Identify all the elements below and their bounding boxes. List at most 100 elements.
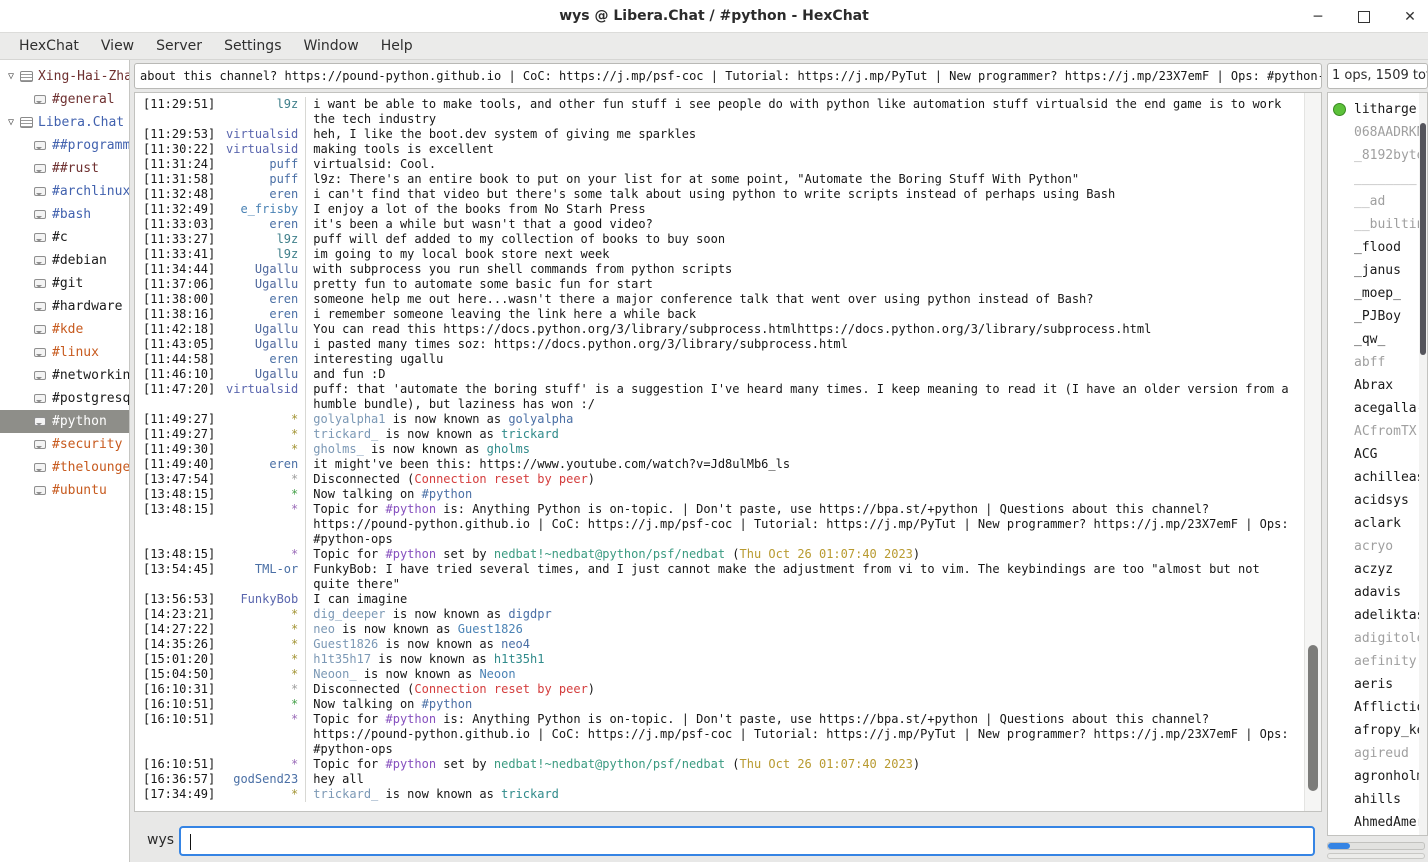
tree-channel-python[interactable]: #python	[0, 410, 129, 433]
tree-item-label: #c	[52, 230, 68, 245]
menu-item-help[interactable]: Help	[370, 35, 424, 57]
user-list-item-agireud[interactable]: agireud	[1328, 742, 1427, 765]
user-list-item-adigitole[interactable]: adigitole	[1328, 627, 1427, 650]
chat-line: [11:31:58]puffl9z: There's an entire boo…	[135, 172, 1321, 187]
tree-channel-programming[interactable]: ##programming	[0, 134, 129, 157]
user-list: litharge068AADRKN_8192byte ________ __ad __…	[1328, 98, 1427, 834]
user-list-item-aclark[interactable]: aclark	[1328, 512, 1427, 535]
chat-line: [11:33:03]erenit's been a while but wasn…	[135, 217, 1321, 232]
message-segment: #python	[386, 502, 437, 516]
menu-item-settings[interactable]: Settings	[213, 35, 292, 57]
chat-line: [16:10:51]*Topic for #python is: Anythin…	[135, 712, 1321, 757]
tree-channel-bash[interactable]: #bash	[0, 203, 129, 226]
tree-channel-kde[interactable]: #kde	[0, 318, 129, 341]
tree-channel-security[interactable]: #security	[0, 433, 129, 456]
tree-channel-ubuntu[interactable]: #ubuntu	[0, 479, 129, 502]
menu-item-window[interactable]: Window	[292, 35, 369, 57]
topic-input[interactable]: about this channel? https://pound-python…	[134, 63, 1322, 89]
user-list-item-janus[interactable]: _janus	[1328, 259, 1427, 282]
message-segment: )	[588, 472, 595, 486]
user-list-item-achilleas[interactable]: achilleas	[1328, 466, 1427, 489]
nick: Ugallu	[215, 277, 305, 292]
tree-channel-networking[interactable]: #networking	[0, 364, 129, 387]
menu-item-view[interactable]: View	[90, 35, 145, 57]
user-list-item-ahmedamer[interactable]: AhmedAmer	[1328, 811, 1427, 834]
user-list-item-builtin[interactable]: __builtin	[1328, 213, 1427, 236]
message-input[interactable]	[179, 826, 1315, 856]
user-name: __builtin	[1354, 217, 1424, 232]
chat-line: [16:10:51]*Topic for #python set by nedb…	[135, 757, 1321, 772]
tree-channel-general[interactable]: #general	[0, 88, 129, 111]
user-list-item-ad[interactable]: __ad	[1328, 190, 1427, 213]
chat-link[interactable]: You can read this https://docs.python.or…	[313, 322, 1151, 336]
user-list-item-[interactable]: ________	[1328, 167, 1427, 190]
chat-scrollbar-thumb[interactable]	[1308, 645, 1318, 791]
message-segment: Now talking on	[313, 697, 421, 711]
maximize-icon[interactable]	[1356, 9, 1372, 25]
user-list-item-qw[interactable]: _qw_	[1328, 328, 1427, 351]
user-list-item-acfromtx[interactable]: ACfromTX	[1328, 420, 1427, 443]
user-name: _PJBoy	[1354, 309, 1401, 324]
throttle-meter	[1327, 853, 1425, 859]
user-list-item-acegalla[interactable]: acegalla-	[1328, 397, 1427, 420]
tree-channel-rust[interactable]: ##rust	[0, 157, 129, 180]
channel-icon	[34, 394, 46, 403]
timestamp: [13:56:53]	[135, 592, 215, 607]
chat-link[interactable]: is: Anything Python is on-topic. | Don't…	[313, 502, 1288, 546]
tree-channel-linux[interactable]: #linux	[0, 341, 129, 364]
message-segment: )	[913, 757, 920, 771]
tree-server-xing-hai-zhan[interactable]: ▽Xing-Hai-Zhan	[0, 65, 129, 88]
lag-meter-fill	[1328, 843, 1350, 849]
user-list-item-aefinity[interactable]: aefinity	[1328, 650, 1427, 673]
nick: *	[215, 712, 305, 757]
user-name: ________	[1354, 171, 1417, 186]
chat-line: [13:56:53]FunkyBobI can imagine	[135, 592, 1321, 607]
user-list-item-ahills[interactable]: ahills	[1328, 788, 1427, 811]
menu-item-server[interactable]: Server	[145, 35, 213, 57]
user-list-item-litharge[interactable]: litharge	[1328, 98, 1427, 121]
tree-channel-postgresql[interactable]: #postgresql	[0, 387, 129, 410]
message-segment: digdpr	[508, 607, 551, 621]
tree-channel-thelounge[interactable]: #thelounge	[0, 456, 129, 479]
user-list-item-068aadrkn[interactable]: 068AADRKN	[1328, 121, 1427, 144]
tree-server-libera-chat[interactable]: ▽Libera.Chat	[0, 111, 129, 134]
user-list-item-agronholm[interactable]: agronholm	[1328, 765, 1427, 788]
user-list-item-afflictio[interactable]: Afflictio	[1328, 696, 1427, 719]
minimize-icon[interactable]: ─	[1310, 9, 1326, 25]
tree-channel-hardware[interactable]: #hardware	[0, 295, 129, 318]
close-icon[interactable]: ✕	[1402, 9, 1418, 25]
tree-channel-c[interactable]: #c	[0, 226, 129, 249]
chat-line: [13:47:54]*Disconnected (Connection rese…	[135, 472, 1321, 487]
user-list-item-abff[interactable]: abff	[1328, 351, 1427, 374]
nick: *	[215, 412, 305, 427]
timestamp: [13:48:15]	[135, 487, 215, 502]
menu-item-hexchat[interactable]: HexChat	[8, 35, 90, 57]
user-list-item-afropy-ke[interactable]: afropy_ke	[1328, 719, 1427, 742]
user-list-item-moep[interactable]: _moep_	[1328, 282, 1427, 305]
tree-channel-archlinux[interactable]: #archlinux	[0, 180, 129, 203]
chat-scrollbar[interactable]	[1304, 93, 1321, 811]
user-list-item-adeliktas[interactable]: adeliktas	[1328, 604, 1427, 627]
user-list-item-acryo[interactable]: acryo	[1328, 535, 1427, 558]
user-list-item-aczyz[interactable]: aczyz	[1328, 558, 1427, 581]
user-list-item-pjboy[interactable]: _PJBoy	[1328, 305, 1427, 328]
message-segment: i remember someone leaving the link here…	[313, 307, 696, 321]
user-list-scrollbar-thumb[interactable]	[1420, 123, 1426, 355]
user-list-item-acidsys[interactable]: acidsys	[1328, 489, 1427, 512]
chat-link[interactable]: is: Anything Python is on-topic. | Don't…	[313, 712, 1288, 756]
channel-icon	[34, 440, 46, 449]
user-list-item-aeris[interactable]: aeris	[1328, 673, 1427, 696]
nick: *	[215, 472, 305, 487]
tree-channel-debian[interactable]: #debian	[0, 249, 129, 272]
message-text: Now talking on #python	[305, 487, 1321, 502]
user-list-item-8192byte[interactable]: _8192byte	[1328, 144, 1427, 167]
user-list-item-adavis[interactable]: adavis	[1328, 581, 1427, 604]
user-list-item-abrax[interactable]: Abrax	[1328, 374, 1427, 397]
chat-link[interactable]: it might've been this: https://www.youtu…	[313, 457, 790, 471]
user-list-scrollbar[interactable]	[1419, 93, 1427, 835]
message-text: Topic for #python set by nedbat!~nedbat@…	[305, 547, 1321, 562]
chat-link[interactable]: i pasted many times soz: https://docs.py…	[313, 337, 848, 351]
user-list-item-flood[interactable]: _flood	[1328, 236, 1427, 259]
user-list-item-acg[interactable]: ACG	[1328, 443, 1427, 466]
tree-channel-git[interactable]: #git	[0, 272, 129, 295]
